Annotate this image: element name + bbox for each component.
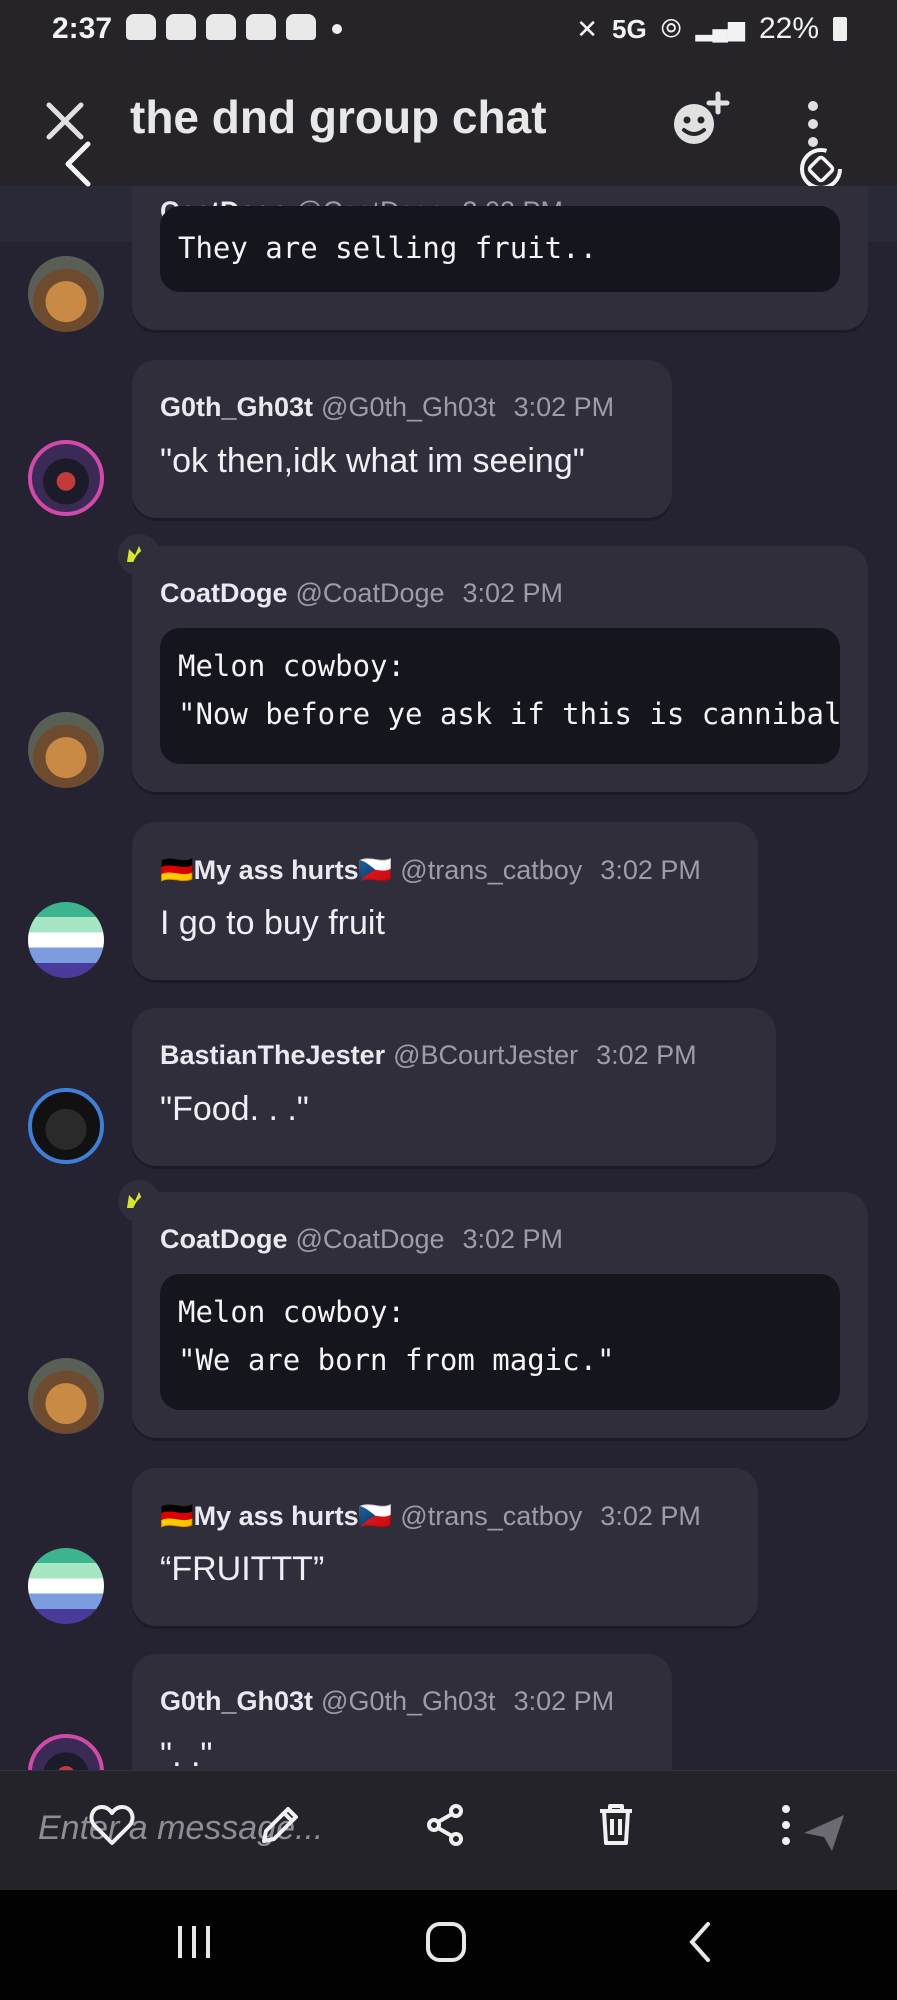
status-bar: 2:37 ✕ 5G ⦾ ▂▄▆ 22% [0,0,897,62]
author-handle: @BCourtJester [393,1040,579,1070]
trash-icon[interactable] [590,1799,642,1851]
message-item: CoatDoge @CoatDoge 3:02 PM Melon cowboy: "… [0,1180,897,1440]
timestamp: 3:02 PM [600,1501,701,1531]
code-block: Melon cowboy: "Now before ye ask if this… [160,628,840,764]
message-bubble[interactable]: G0th_Gh03t @G0th_Gh03t 3:02 PM ". ." [132,1654,672,1770]
avatar-coatdoge[interactable] [28,256,104,332]
message-text: ". ." [160,1736,213,1770]
timestamp: 3:02 PM [513,392,615,422]
message-bubble[interactable]: 🇩🇪My ass hurts🇨🇿 @trans_catboy 3:02 PM I g… [132,822,758,980]
message-text: "ok then,idk what im seeing" [160,442,585,480]
system-nav-bar [0,1890,897,2000]
author-handle: @G0th_Gh03t [321,1686,496,1716]
author-name[interactable]: BastianTheJester [160,1040,385,1070]
message-bubble[interactable]: CoatDoge @CoatDoge 3:02 PM Melon cowboy: "… [132,546,868,792]
signal-icon: ▂▄▆ [695,16,745,41]
status-time: 2:37 [52,12,113,45]
notification-icons [126,14,316,40]
heart-icon[interactable] [86,1799,138,1851]
message-meta: 🇩🇪My ass hurts🇨🇿 @trans_catboy 3:02 PM [160,854,701,886]
message-item: 🇩🇪My ass hurts🇨🇿 @trans_catboy 3:02 PM I g… [0,822,897,992]
avatar-coatdoge[interactable] [28,712,104,788]
pencil-icon[interactable] [254,1799,306,1851]
message-text: “FRUITTT” [160,1550,325,1588]
timestamp: 3:02 PM [462,1224,564,1254]
author-name[interactable]: CoatDoge [160,1224,288,1254]
send-icon[interactable] [800,1809,848,1857]
message-item: CoatDoge@CoatDoge3:02 PM They are sellin… [0,186,897,336]
author-name[interactable]: 🇩🇪My ass hurts🇨🇿 [160,1501,392,1531]
message-meta: CoatDoge@CoatDoge 3:02 PM [160,578,563,609]
author-handle: @trans_catboy [400,1501,583,1531]
message-item: G0th_Gh03t @G0th_Gh03t 3:02 PM "ok then,id… [0,360,897,530]
code-block: They are selling fruit.. [160,206,840,292]
avatar-g0th-gh03t[interactable] [28,440,104,516]
message-item: 🇩🇪My ass hurts🇨🇿 @trans_catboy 3:02 PM “FR… [0,1468,897,1638]
mute-icon: ✕ [576,13,599,44]
message-text: I go to buy fruit [160,904,385,942]
avatar-trans-catboy[interactable] [28,902,104,978]
discord-icon [126,14,156,40]
author-name[interactable]: G0th_Gh03t [160,392,313,422]
network-type: 5G [612,13,647,44]
author-name[interactable]: CoatDoge [160,578,288,608]
discord-icon [166,14,196,40]
chat-header: the dnd group chat [0,62,897,186]
timestamp: 3:02 PM [596,1040,697,1070]
add-emoji-icon[interactable] [668,90,732,150]
message-item: BastianTheJester @BCourtJester 3:02 PM "Fo… [0,1008,897,1178]
message-meta: BastianTheJester @BCourtJester 3:02 PM [160,1040,697,1071]
system-icons: ✕ 5G ⦾ ▂▄▆ 22% [576,12,847,46]
discord-icon [286,14,316,40]
battery-level: 22% [758,12,819,45]
message-bubble[interactable]: CoatDoge@CoatDoge3:02 PM They are sellin… [132,186,868,330]
back-icon[interactable] [680,1920,724,1964]
avatar-g0th-gh03t[interactable] [28,1734,104,1770]
home-icon[interactable] [424,1920,468,1964]
author-name[interactable]: 🇩🇪My ass hurts🇨🇿 [160,855,392,885]
message-meta: G0th_Gh03t @G0th_Gh03t 3:02 PM [160,1686,614,1717]
chat-title: the dnd group chat [130,91,547,143]
wifi-icon: ⦾ [660,13,682,43]
author-name[interactable]: G0th_Gh03t [160,1686,313,1716]
discord-icon [206,14,236,40]
message-meta: CoatDoge@CoatDoge 3:02 PM [160,1224,563,1255]
code-block: Melon cowboy: "We are born from magic." [160,1274,840,1410]
message-item: CoatDoge @CoatDoge 3:02 PM Melon cowboy: "… [0,534,897,794]
message-text: "Food. . ." [160,1090,309,1128]
message-bubble[interactable]: BastianTheJester @BCourtJester 3:02 PM "Fo… [132,1008,776,1166]
message-bubble[interactable]: G0th_Gh03t @G0th_Gh03t 3:02 PM "ok then,id… [132,360,672,518]
timestamp: 3:02 PM [462,578,564,608]
author-handle: @trans_catboy [400,855,583,885]
more-notifications-dot [332,24,342,34]
share-icon[interactable] [420,1799,472,1851]
avatar-trans-catboy[interactable] [28,1548,104,1624]
timestamp: 3:02 PM [513,1686,615,1716]
discord-icon [246,14,276,40]
recent-apps-icon[interactable] [172,1920,216,1964]
message-bubble[interactable]: CoatDoge @CoatDoge 3:02 PM Melon cowboy: "… [132,1192,868,1438]
message-bubble[interactable]: 🇩🇪My ass hurts🇨🇿 @trans_catboy 3:02 PM “FR… [132,1468,758,1626]
battery-icon [833,17,847,41]
avatar-bcourtjester[interactable] [28,1088,104,1164]
message-item: G0th_Gh03t @G0th_Gh03t 3:02 PM ". ." [0,1654,897,1770]
message-meta: 🇩🇪My ass hurts🇨🇿 @trans_catboy 3:02 PM [160,1500,701,1532]
timestamp: 3:02 PM [600,855,701,885]
message-list[interactable]: CoatDoge@CoatDoge3:02 PM They are sellin… [0,186,897,1770]
avatar-coatdoge[interactable] [28,1358,104,1434]
message-meta: G0th_Gh03t @G0th_Gh03t 3:02 PM [160,392,614,423]
author-handle: @G0th_Gh03t [321,392,496,422]
more-vertical-icon[interactable] [776,1799,796,1851]
chevron-left-icon[interactable] [58,138,98,190]
author-handle: @CoatDoge [295,1224,445,1254]
composer-bar: Enter a message... [0,1770,897,1891]
author-handle: @CoatDoge [295,578,445,608]
